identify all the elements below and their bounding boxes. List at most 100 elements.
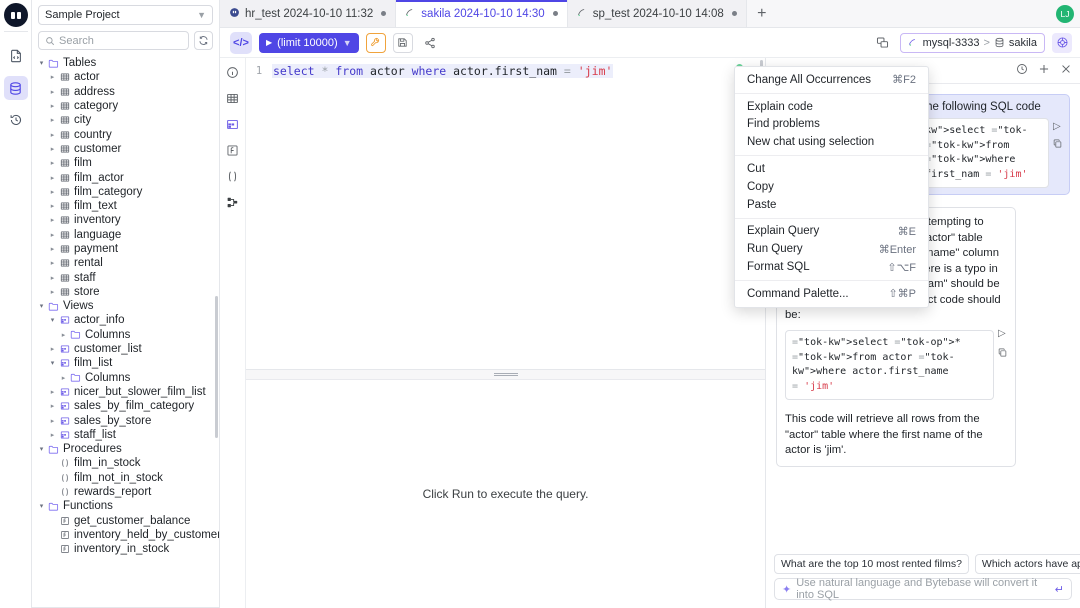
- tree-node-arrow[interactable]: ▸: [47, 345, 58, 353]
- tree-node[interactable]: ▸payment: [32, 242, 219, 256]
- tree-node[interactable]: get_customer_balance: [32, 514, 219, 528]
- tree-node[interactable]: ▸film_category: [32, 185, 219, 199]
- context-menu-item[interactable]: Run Query⌘Enter: [735, 240, 928, 258]
- tree-node[interactable]: ▸language: [32, 228, 219, 242]
- plus-icon[interactable]: [1038, 63, 1050, 78]
- tree-node[interactable]: ▸address: [32, 85, 219, 99]
- refresh-button[interactable]: [194, 31, 213, 50]
- tree-node[interactable]: ▸category: [32, 99, 219, 113]
- tree-node-arrow[interactable]: ▸: [47, 231, 58, 239]
- tree-node-arrow[interactable]: ▸: [47, 417, 58, 425]
- schema-tree[interactable]: ▾Tables▸actor▸address▸category▸city▸coun…: [32, 54, 219, 608]
- tree-node[interactable]: ▸rental: [32, 256, 219, 270]
- sql-code-text[interactable]: select * from actor where actor.first_na…: [272, 64, 613, 78]
- settings-button[interactable]: [1052, 33, 1072, 53]
- tree-node[interactable]: ▸store: [32, 285, 219, 299]
- share-button[interactable]: [420, 33, 440, 53]
- tree-node[interactable]: ▾film_list: [32, 356, 219, 370]
- context-menu-item[interactable]: New chat using selection: [735, 133, 928, 151]
- copy-icon[interactable]: [998, 348, 1007, 362]
- admin-mode-button[interactable]: [873, 33, 893, 53]
- context-menu-item[interactable]: Cut: [735, 160, 928, 178]
- close-icon[interactable]: [553, 11, 558, 16]
- save-button[interactable]: [393, 33, 413, 53]
- context-menu-item[interactable]: Format SQL⇧⌥F: [735, 258, 928, 276]
- tree-node-arrow[interactable]: ▾: [47, 359, 58, 367]
- ai-prompt-input[interactable]: ✦ Use natural language and Bytebase will…: [774, 578, 1072, 600]
- tree-node[interactable]: ▸film: [32, 156, 219, 170]
- editor-context-menu[interactable]: Change All Occurrences⌘F2Explain codeFin…: [734, 66, 929, 308]
- tree-node-arrow[interactable]: ▸: [47, 259, 58, 267]
- context-menu-item[interactable]: Explain Query⌘E: [735, 223, 928, 241]
- sidebar-rail-databases[interactable]: [4, 76, 28, 100]
- tree-node[interactable]: ▸staff: [32, 270, 219, 284]
- tree-node[interactable]: ▾Views: [32, 299, 219, 313]
- info-icon[interactable]: [225, 64, 241, 80]
- close-icon[interactable]: [381, 11, 386, 16]
- tree-node[interactable]: inventory_held_by_customer: [32, 528, 219, 542]
- table-icon[interactable]: [225, 90, 241, 106]
- ai-bot-code[interactable]: ="tok-kw">select ="tok-op">* ="tok-kw">f…: [785, 330, 994, 400]
- tree-node-arrow[interactable]: ▸: [47, 388, 58, 396]
- tree-node-arrow[interactable]: ▸: [47, 116, 58, 124]
- tree-node[interactable]: film_in_stock: [32, 456, 219, 470]
- play-icon[interactable]: ▷: [1053, 121, 1062, 132]
- tree-node-arrow[interactable]: ▾: [36, 59, 47, 67]
- copy-icon[interactable]: [1053, 139, 1062, 151]
- avatar[interactable]: LJ: [1056, 5, 1074, 23]
- tree-node[interactable]: ▸inventory: [32, 213, 219, 227]
- new-tab-button[interactable]: +: [747, 0, 777, 27]
- tree-node-arrow[interactable]: ▾: [47, 316, 58, 324]
- ai-suggestion-chip[interactable]: What are the top 10 most rented films?: [774, 554, 969, 574]
- tree-node-arrow[interactable]: ▸: [47, 188, 58, 196]
- tree-node-arrow[interactable]: ▸: [47, 402, 58, 410]
- tree-node-arrow[interactable]: ▸: [47, 102, 58, 110]
- tree-node-arrow[interactable]: ▸: [47, 131, 58, 139]
- procedure-icon[interactable]: [225, 168, 241, 184]
- tree-node[interactable]: ▸Columns: [32, 328, 219, 342]
- close-icon[interactable]: [732, 11, 737, 16]
- search-input[interactable]: Search: [38, 31, 189, 50]
- play-icon[interactable]: ▷: [998, 327, 1007, 341]
- context-menu-item[interactable]: Explain code: [735, 98, 928, 116]
- tree-node[interactable]: ▸sales_by_store: [32, 413, 219, 427]
- tree-node[interactable]: film_not_in_stock: [32, 471, 219, 485]
- sql-editor[interactable]: 1 select * from actor where actor.first_…: [246, 58, 765, 370]
- tree-node-arrow[interactable]: ▸: [47, 245, 58, 253]
- tree-node-arrow[interactable]: ▸: [47, 216, 58, 224]
- context-menu-item[interactable]: Command Palette...⇧⌘P: [735, 285, 928, 303]
- pane-resize-handle[interactable]: [246, 370, 765, 380]
- tree-node[interactable]: ▸Columns: [32, 371, 219, 385]
- tree-node[interactable]: ▾Procedures: [32, 442, 219, 456]
- tree-node[interactable]: ▸staff_list: [32, 428, 219, 442]
- tree-node-arrow[interactable]: ▸: [47, 159, 58, 167]
- trigger-icon[interactable]: [225, 194, 241, 210]
- tree-node[interactable]: ▸nicer_but_slower_film_list: [32, 385, 219, 399]
- sidebar-rail-history[interactable]: [4, 108, 28, 132]
- run-query-button[interactable]: ▶ (limit 10000) ▼: [259, 33, 359, 53]
- tree-node[interactable]: ▾actor_info: [32, 313, 219, 327]
- tree-node-arrow[interactable]: ▸: [47, 73, 58, 81]
- tree-node[interactable]: ▸actor: [32, 70, 219, 84]
- editor-tab[interactable]: hr_test 2024-10-10 11:32: [220, 0, 396, 27]
- tree-node-arrow[interactable]: ▸: [58, 374, 69, 382]
- context-menu-item[interactable]: Find problems: [735, 116, 928, 134]
- tree-node-arrow[interactable]: ▾: [36, 302, 47, 310]
- view-icon[interactable]: [225, 116, 241, 132]
- tree-node-arrow[interactable]: ▸: [47, 174, 58, 182]
- code-brackets-icon[interactable]: </>: [230, 32, 252, 54]
- project-selector[interactable]: Sample Project ▼: [38, 5, 213, 25]
- tree-node-arrow[interactable]: ▾: [36, 502, 47, 510]
- tree-node-arrow[interactable]: ▸: [47, 145, 58, 153]
- function-icon[interactable]: [225, 142, 241, 158]
- connection-selector[interactable]: mysql-3333 > sakila: [900, 33, 1045, 53]
- context-menu-item[interactable]: Copy: [735, 178, 928, 196]
- tree-node[interactable]: ▸film_text: [32, 199, 219, 213]
- tree-node[interactable]: ▸country: [32, 127, 219, 141]
- tree-node[interactable]: ▾Functions: [32, 499, 219, 513]
- tree-node-arrow[interactable]: ▸: [47, 288, 58, 296]
- bytebase-logo[interactable]: [4, 3, 28, 27]
- format-sql-button[interactable]: [366, 33, 386, 53]
- tree-node[interactable]: inventory_in_stock: [32, 542, 219, 556]
- tree-node[interactable]: ▸film_actor: [32, 170, 219, 184]
